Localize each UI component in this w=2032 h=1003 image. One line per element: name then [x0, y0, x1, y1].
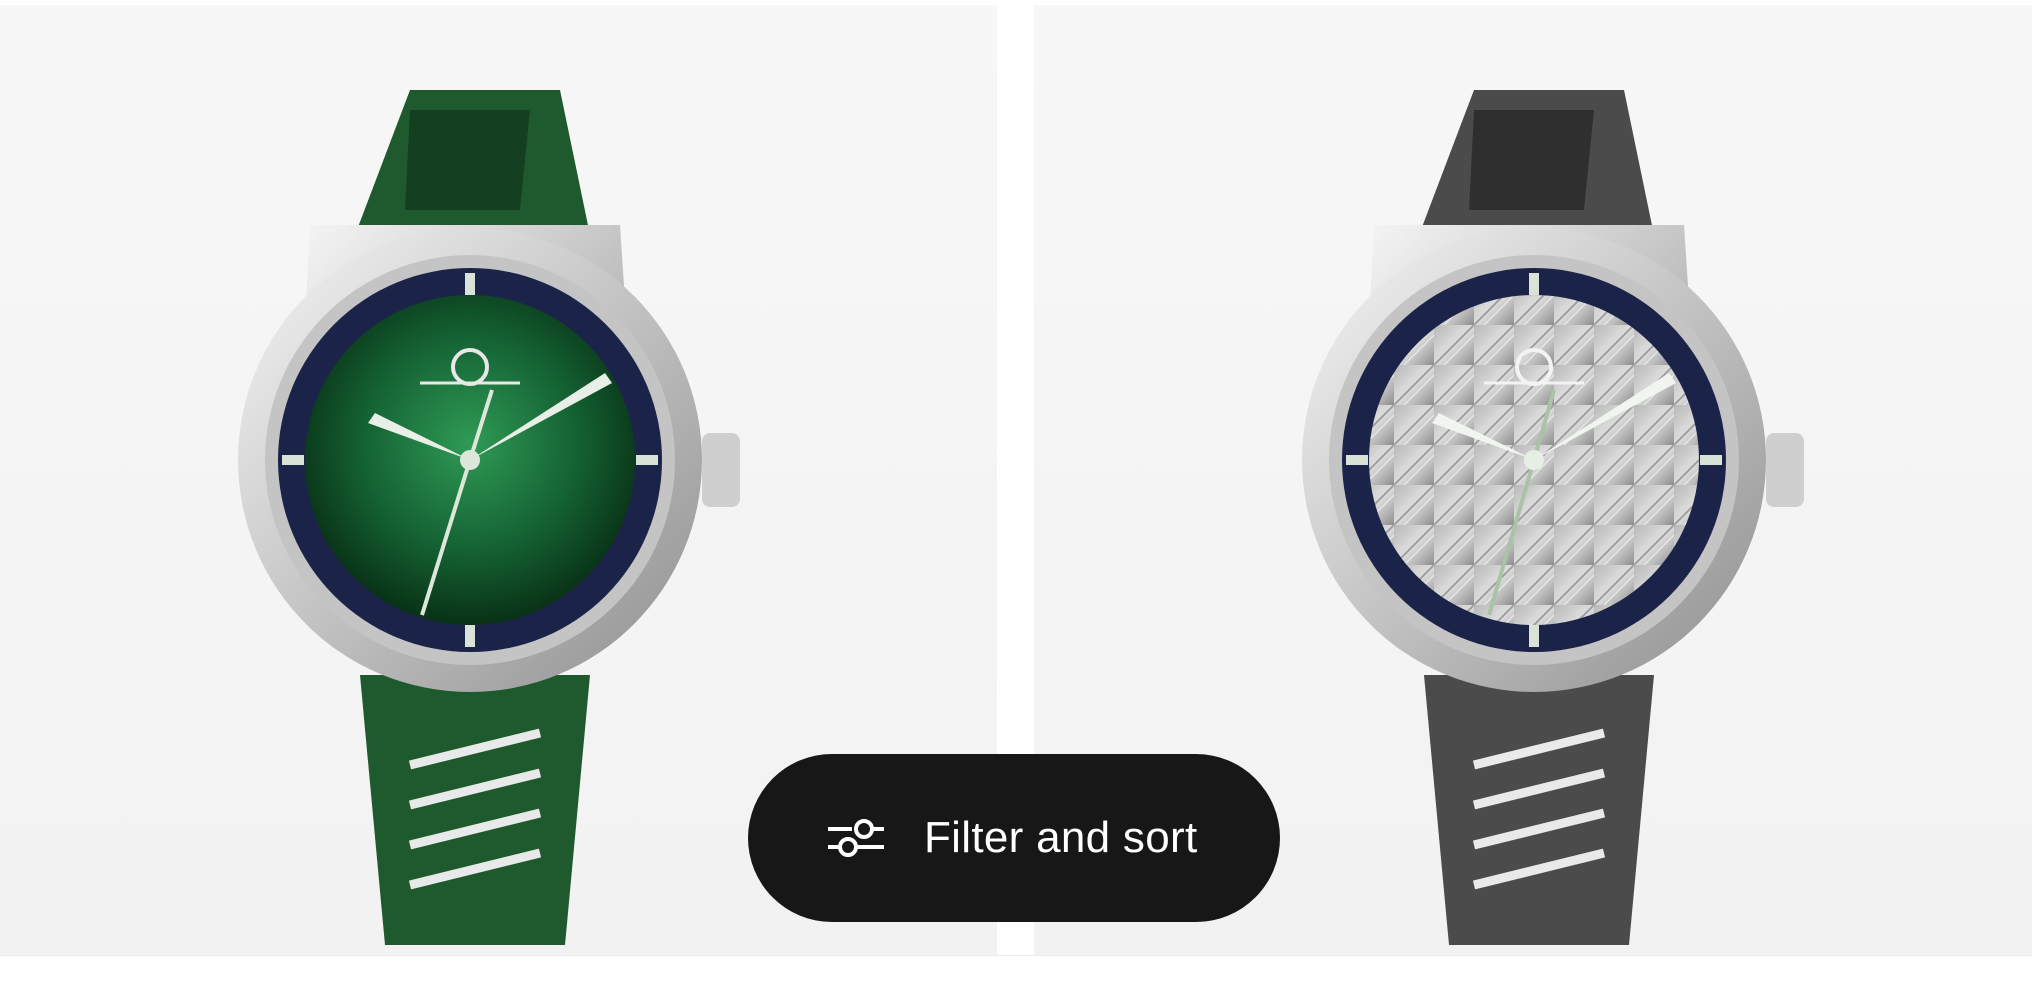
filter-and-sort-label: Filter and sort [924, 813, 1198, 862]
sliders-icon [826, 816, 886, 860]
filter-and-sort-button[interactable]: Filter and sort [748, 754, 1280, 922]
page-bottom-strip [0, 955, 2032, 1003]
